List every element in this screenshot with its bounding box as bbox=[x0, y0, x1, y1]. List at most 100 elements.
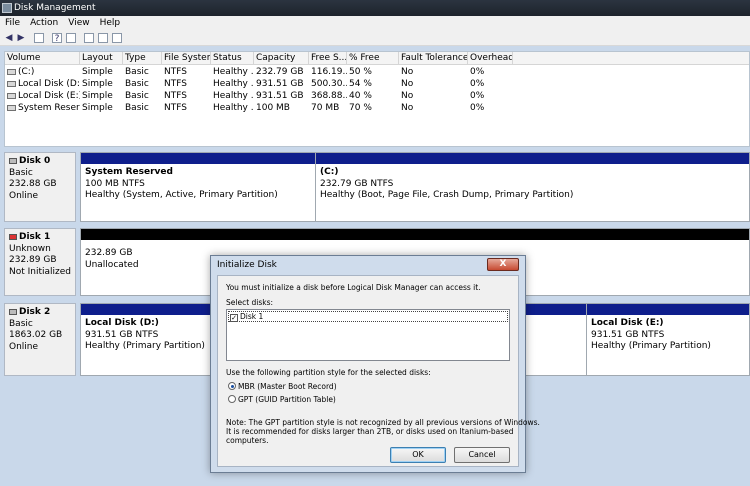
back-icon[interactable]: ◀ bbox=[4, 33, 14, 43]
gpt-label: GPT (GUID Partition Table) bbox=[238, 395, 336, 404]
cell-text: No bbox=[401, 67, 414, 77]
disk-1-info[interactable]: Disk 1 Unknown 232.89 GB Not Initialized bbox=[4, 228, 76, 296]
cell-file-system: NTFS bbox=[162, 90, 211, 102]
column-file-system[interactable]: File System bbox=[162, 52, 211, 65]
cell-text: 70 MB bbox=[311, 103, 340, 113]
cell-type: Basic bbox=[123, 78, 162, 90]
cell-volume: Local Disk (D:) bbox=[5, 78, 80, 90]
cell-text: Simple bbox=[82, 67, 113, 77]
console-icon[interactable] bbox=[34, 33, 44, 43]
help-icon[interactable] bbox=[66, 33, 76, 43]
cell-text: 0% bbox=[470, 103, 485, 113]
export-icon[interactable] bbox=[98, 33, 108, 43]
menu-bar: File Action View Help bbox=[0, 16, 750, 30]
mbr-option[interactable]: MBR (Master Boot Record) bbox=[228, 382, 337, 392]
disk-0-info[interactable]: Disk 0 Basic 232.88 GB Online bbox=[4, 152, 76, 222]
table-row[interactable]: Local Disk (D:)Simple Basic NTFS Healthy ..… bbox=[5, 78, 749, 90]
menu-file[interactable]: File bbox=[0, 16, 25, 30]
disk-list[interactable]: ✓ Disk 1 bbox=[226, 309, 510, 361]
cell-text: 368.88... bbox=[311, 91, 347, 101]
cell-capacity: 931.51 GB bbox=[254, 78, 309, 90]
partition-e[interactable]: Local Disk (E:) 931.51 GB NTFS Healthy (… bbox=[586, 303, 750, 376]
gpt-radio[interactable] bbox=[228, 395, 236, 403]
cell-text: 116.19... bbox=[311, 67, 347, 77]
disk-1-checkbox[interactable]: ✓ bbox=[230, 314, 238, 322]
partition-name: (C:) bbox=[320, 167, 339, 177]
partition-c[interactable]: (C:) 232.79 GB NTFS Healthy (Boot, Page … bbox=[315, 152, 750, 222]
gpt-note-line-2: It is recommended for disks larger than … bbox=[226, 427, 514, 436]
cell-text: Local Disk (E:) bbox=[18, 91, 80, 101]
cell-layout: Simple bbox=[80, 90, 123, 102]
cell-percent-free: 50 % bbox=[347, 66, 399, 78]
partition-name: System Reserved bbox=[85, 167, 173, 177]
column-layout[interactable]: Layout bbox=[80, 52, 123, 65]
close-button[interactable]: X bbox=[487, 258, 519, 271]
initialize-disk-dialog: Initialize Disk X You must initialize a … bbox=[210, 255, 540, 473]
cell-text: 500.30... bbox=[311, 79, 347, 89]
cell-file-system: NTFS bbox=[162, 78, 211, 90]
disk-1-name: Disk 1 bbox=[19, 232, 51, 242]
column-fault-tolerance[interactable]: Fault Tolerance bbox=[399, 52, 468, 65]
column-overhead[interactable]: Overhead bbox=[468, 52, 513, 65]
cell-text: Simple bbox=[82, 79, 113, 89]
table-row[interactable]: System Reserv...Simple Basic NTFS Healthy .… bbox=[5, 102, 749, 114]
disk-0-type: Basic bbox=[9, 167, 33, 178]
disk-0-size: 232.88 GB bbox=[9, 179, 57, 189]
cell-capacity: 931.51 GB bbox=[254, 90, 309, 102]
refresh-icon[interactable] bbox=[84, 33, 94, 43]
gpt-option[interactable]: GPT (GUID Partition Table) bbox=[228, 395, 336, 405]
cell-text: 931.51 GB bbox=[256, 91, 304, 101]
properties-icon[interactable]: ? bbox=[52, 33, 62, 44]
cell-volume: (C:) bbox=[5, 66, 80, 78]
volume-icon bbox=[7, 104, 16, 111]
column-capacity[interactable]: Capacity bbox=[254, 52, 309, 65]
partition-bar bbox=[81, 153, 315, 164]
column-status[interactable]: Status bbox=[211, 52, 254, 65]
column-type[interactable]: Type bbox=[123, 52, 162, 65]
disk-2-info[interactable]: Disk 2 Basic 1863.02 GB Online bbox=[4, 303, 76, 376]
table-row[interactable]: (C:) Simple Basic NTFS Healthy ...232.79 GB 1… bbox=[5, 66, 749, 78]
view-icon[interactable] bbox=[112, 33, 122, 43]
dialog-body: You must initialize a disk before Logica… bbox=[217, 275, 540, 467]
cell-text: 931.51 GB bbox=[256, 79, 304, 89]
volume-list-header: Volume Layout Type File System Status Ca… bbox=[5, 52, 749, 65]
cancel-button[interactable]: Cancel bbox=[454, 447, 510, 463]
cell-fault-tolerance: No bbox=[399, 78, 468, 90]
cell-file-system: NTFS bbox=[162, 66, 211, 78]
mbr-radio[interactable] bbox=[228, 382, 236, 390]
disk-not-initialized-icon bbox=[9, 233, 17, 240]
window-title: Disk Management bbox=[14, 3, 96, 13]
cell-text: Basic bbox=[125, 79, 149, 89]
menu-view[interactable]: View bbox=[63, 16, 94, 30]
column-volume[interactable]: Volume bbox=[5, 52, 80, 65]
select-disks-label: Select disks: bbox=[226, 298, 274, 307]
table-row[interactable]: Local Disk (E:)Simple Basic NTFS Healthy ..… bbox=[5, 90, 749, 102]
menu-action[interactable]: Action bbox=[25, 16, 63, 30]
close-icon: X bbox=[499, 259, 507, 269]
cell-percent-free: 70 % bbox=[347, 102, 399, 114]
ok-button[interactable]: OK bbox=[390, 447, 446, 463]
menu-help[interactable]: Help bbox=[95, 16, 126, 30]
volume-list[interactable]: Volume Layout Type File System Status Ca… bbox=[4, 51, 750, 147]
cell-volume: Local Disk (E:) bbox=[5, 90, 80, 102]
forward-icon[interactable]: ▶ bbox=[16, 33, 26, 43]
partition-status: Healthy (Boot, Page File, Crash Dump, Pr… bbox=[320, 190, 574, 200]
disk-management-icon bbox=[2, 3, 12, 13]
partition-style-label: Use the following partition style for th… bbox=[226, 368, 431, 377]
disk-list-item[interactable]: ✓ Disk 1 bbox=[228, 311, 508, 322]
cell-text: NTFS bbox=[164, 67, 187, 77]
cell-text: Basic bbox=[125, 91, 149, 101]
column-percent-free[interactable]: % Free bbox=[347, 52, 399, 65]
column-free-space[interactable]: Free S... bbox=[309, 52, 347, 65]
cell-type: Basic bbox=[123, 90, 162, 102]
cell-text: 0% bbox=[470, 91, 485, 101]
cell-text: Simple bbox=[82, 103, 113, 113]
cell-text: 0% bbox=[470, 67, 485, 77]
disk-2-name: Disk 2 bbox=[19, 307, 51, 317]
cell-status: Healthy ... bbox=[211, 78, 254, 90]
title-bar: Disk Management bbox=[0, 0, 750, 16]
cell-text: Simple bbox=[82, 91, 113, 101]
partition-size: 100 MB NTFS bbox=[85, 178, 145, 189]
cell-text: NTFS bbox=[164, 91, 187, 101]
partition-system-reserved[interactable]: System Reserved 100 MB NTFS Healthy (Sys… bbox=[80, 152, 316, 222]
